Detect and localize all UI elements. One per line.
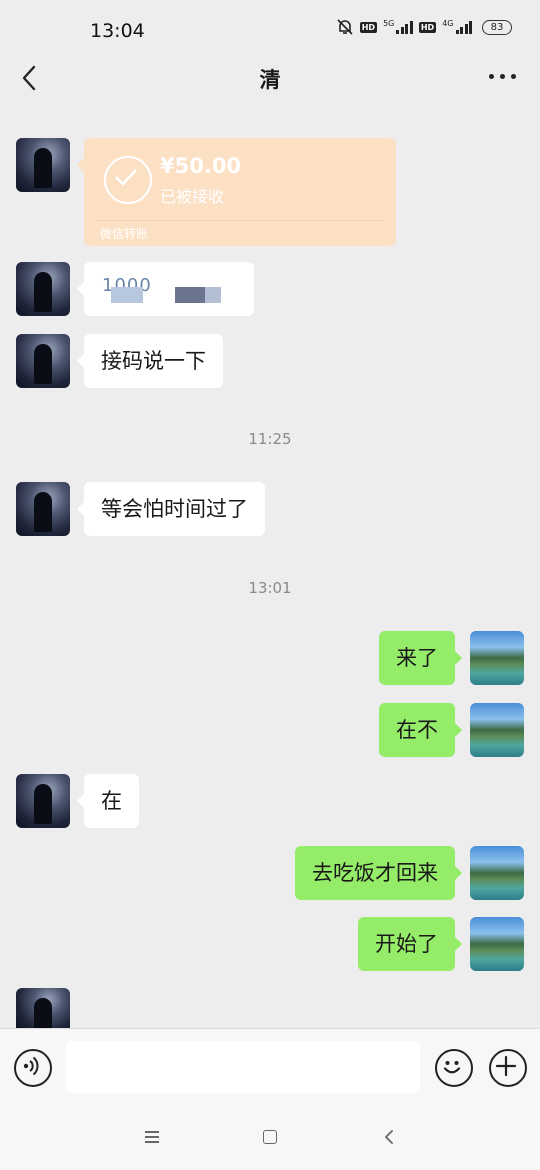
contact-avatar[interactable] [16, 774, 70, 828]
input-bar [0, 1028, 540, 1109]
transfer-card[interactable]: ¥50.00 已被接收 微信转账 [77, 138, 396, 246]
mute-icon [337, 19, 353, 35]
transfer-label: 微信转账 [100, 227, 149, 241]
system-navigation-bar [0, 1108, 540, 1170]
timestamp: 13:01 [248, 579, 292, 597]
redaction-block [175, 287, 221, 303]
timestamp: 11:25 [248, 430, 292, 448]
contact-avatar[interactable] [16, 138, 70, 192]
message-bubble-sent[interactable]: 去吃饭才回来 [295, 846, 462, 900]
hd-icon-2: HD [418, 21, 437, 33]
my-avatar[interactable] [470, 846, 524, 900]
message-bubble-sent[interactable]: 在不 [379, 703, 462, 757]
message-input[interactable] [66, 1041, 420, 1093]
contact-avatar[interactable] [16, 482, 70, 536]
message-bubble-sent[interactable]: 来了 [379, 631, 462, 685]
signal-icon [396, 20, 413, 34]
home-icon[interactable] [263, 1130, 277, 1144]
check-icon [104, 156, 152, 204]
transfer-status: 已被接收 [160, 187, 225, 206]
contact-avatar[interactable] [16, 334, 70, 388]
redaction-block [111, 287, 143, 303]
message-bubble[interactable]: 在 [77, 774, 139, 828]
more-icon[interactable] [489, 74, 516, 79]
network-5g: 5G [383, 19, 395, 28]
menu-icon[interactable] [145, 1131, 159, 1143]
network-4g: 4G [442, 19, 454, 28]
signal-icon-2 [455, 20, 472, 34]
contact-avatar[interactable] [16, 262, 70, 316]
divider [96, 220, 384, 221]
hd-icon: HD [359, 21, 378, 33]
message-bubble[interactable]: 接码说一下 [77, 334, 223, 388]
transfer-amount: ¥50.00 [160, 154, 242, 178]
my-avatar[interactable] [470, 703, 524, 757]
my-avatar[interactable] [470, 917, 524, 971]
message-bubble-sent[interactable]: 开始了 [358, 917, 462, 971]
chat-title: 清 [259, 68, 281, 92]
contact-avatar[interactable] [16, 988, 70, 1028]
battery-icon: 83 [482, 19, 512, 35]
my-avatar[interactable] [470, 631, 524, 685]
emoji-icon[interactable] [435, 1049, 473, 1087]
chat-header: 清 [0, 50, 540, 106]
status-icons: HD 5G HD 4G 83 [336, 18, 512, 36]
system-back-icon[interactable] [383, 1129, 395, 1145]
plus-icon[interactable] [489, 1049, 527, 1087]
message-bubble[interactable]: 等会怕时间过了 [77, 482, 265, 536]
voice-icon[interactable] [14, 1049, 52, 1087]
status-time: 13:04 [90, 20, 145, 42]
